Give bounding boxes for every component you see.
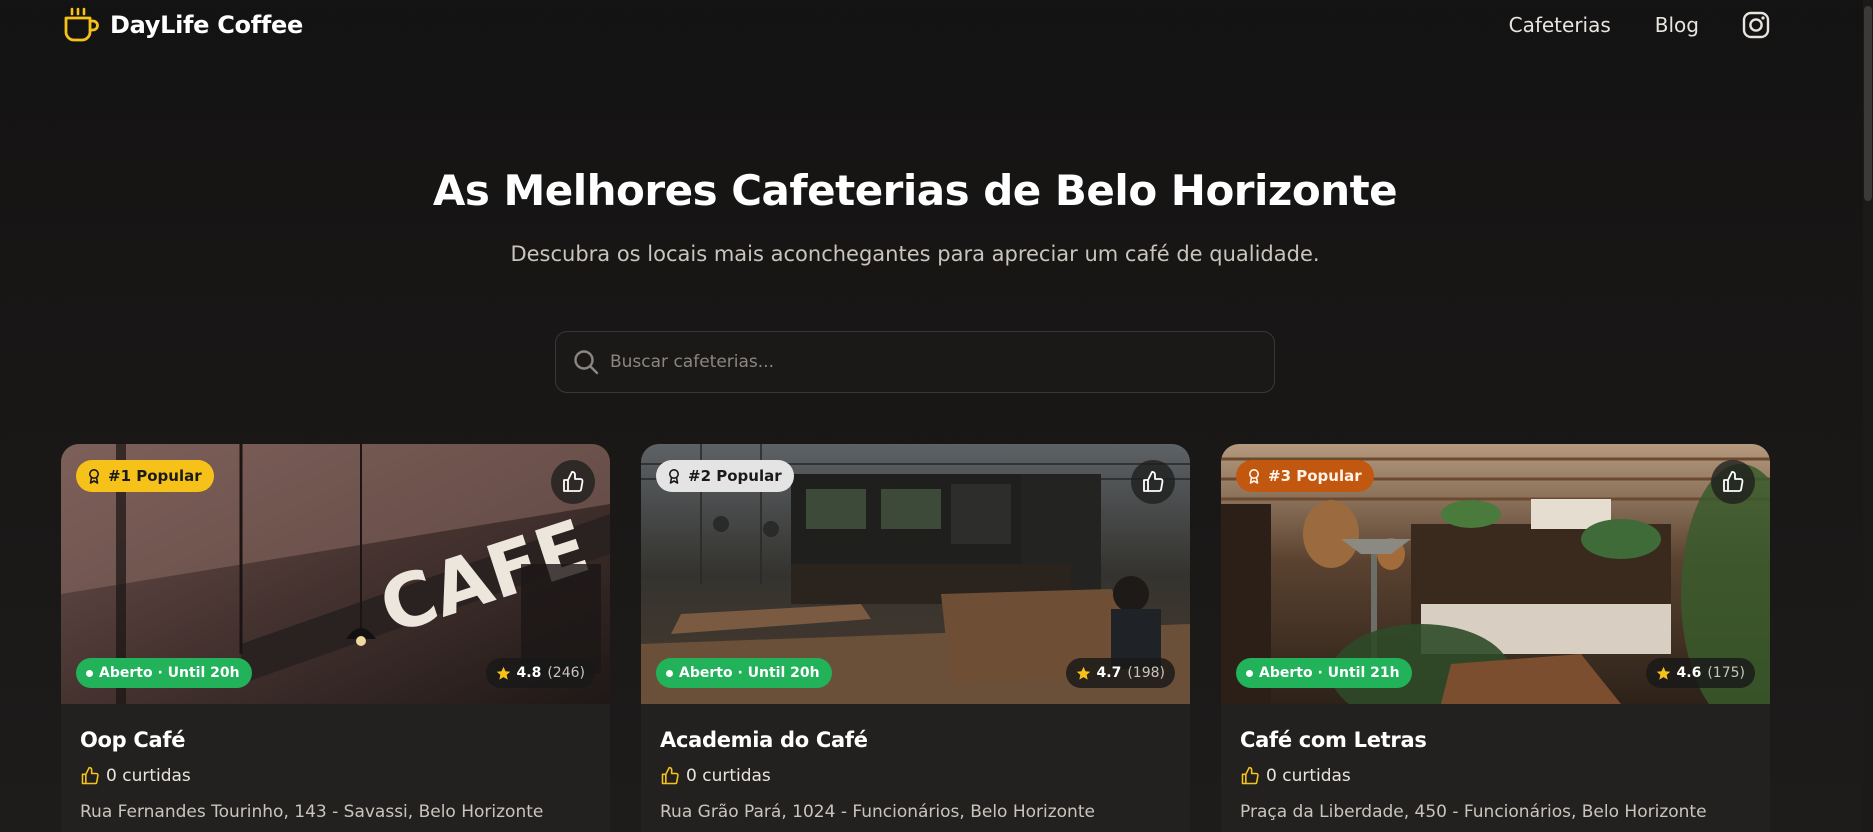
cafe-address: Rua Grão Pará, 1024 - Funcionários, Belo…: [660, 802, 1095, 822]
likes-label: 0 curtidas: [106, 766, 191, 786]
rating-value: 4.6: [1676, 665, 1702, 681]
cafe-name[interactable]: Café com Letras: [1240, 728, 1427, 752]
scrollbar-thumb[interactable]: [1864, 6, 1872, 201]
status-badge: Aberto · Until 21h: [1236, 658, 1412, 688]
coffee-cup-icon: [64, 7, 99, 42]
like-button[interactable]: [1131, 460, 1175, 504]
thumbs-up-icon: [563, 471, 584, 492]
thumbs-up-icon: [1241, 766, 1259, 785]
rating-count: (175): [1707, 665, 1745, 681]
like-button[interactable]: [1711, 460, 1755, 504]
like-button[interactable]: [551, 460, 595, 504]
site-header: DayLife Coffee Cafeterias Blog: [0, 0, 1873, 56]
cafe-name[interactable]: Oop Café: [80, 728, 185, 752]
thumbs-up-icon: [661, 766, 679, 785]
search-bar: [555, 331, 1275, 393]
rank-badge: #3 Popular: [1236, 460, 1374, 492]
thumbs-up-icon: [1143, 471, 1164, 492]
rank-badge: #1 Popular: [76, 460, 214, 492]
brand-name: DayLife Coffee: [110, 11, 303, 39]
status-label: Aberto · Until 20h: [99, 665, 240, 681]
star-icon: [1656, 666, 1670, 680]
cafe-card[interactable]: #2 Popular Aberto · Until 20h 4.7 (198) …: [641, 444, 1190, 832]
award-icon: [669, 469, 679, 484]
likes-label: 0 curtidas: [686, 766, 771, 786]
cafe-name[interactable]: Academia do Café: [660, 728, 868, 752]
award-icon: [89, 469, 99, 484]
rating-value: 4.8: [516, 665, 542, 681]
nav-link-blog[interactable]: Blog: [1655, 13, 1699, 37]
star-icon: [496, 666, 510, 680]
status-badge: Aberto · Until 20h: [656, 658, 832, 688]
status-dot: [1246, 669, 1253, 677]
rating-badge: 4.8 (246): [485, 658, 595, 688]
status-dot: [666, 669, 673, 677]
nav-link-cafeterias[interactable]: Cafeterias: [1509, 13, 1611, 37]
status-badge: Aberto · Until 20h: [76, 658, 252, 688]
rank-label: #3 Popular: [1268, 467, 1362, 485]
rating-count: (198): [1127, 665, 1165, 681]
rating-badge: 4.7 (198): [1065, 658, 1175, 688]
status-label: Aberto · Until 21h: [1259, 665, 1400, 681]
cafe-cards: CAFE #1 Popular Aberto · Until 20h 4.8 (…: [61, 444, 1771, 832]
rating-badge: 4.6 (175): [1645, 658, 1755, 688]
brand[interactable]: DayLife Coffee: [62, 6, 303, 44]
cafe-address: Praça da Liberdade, 450 - Funcionários, …: [1240, 802, 1707, 822]
cafe-address: Rua Fernandes Tourinho, 143 - Savassi, B…: [80, 802, 544, 822]
search-input[interactable]: [610, 352, 1230, 372]
thumbs-up-icon: [81, 766, 99, 785]
likes-count: 0 curtidas: [80, 766, 191, 786]
instagram-icon[interactable]: [1741, 10, 1771, 40]
rank-label: #2 Popular: [688, 467, 782, 485]
page-subtitle: Descubra os locais mais aconchegantes pa…: [510, 242, 1320, 266]
likes-count: 0 curtidas: [660, 766, 771, 786]
search-icon: [574, 350, 599, 375]
rating-value: 4.7: [1096, 665, 1122, 681]
likes-label: 0 curtidas: [1266, 766, 1351, 786]
award-icon: [1249, 469, 1259, 484]
status-dot: [86, 669, 93, 677]
rank-label: #1 Popular: [108, 467, 202, 485]
star-icon: [1076, 666, 1090, 680]
rating-count: (246): [547, 665, 585, 681]
cafe-card[interactable]: CAFE #1 Popular Aberto · Until 20h 4.8 (…: [61, 444, 610, 832]
scrollbar[interactable]: [1863, 0, 1873, 832]
status-label: Aberto · Until 20h: [679, 665, 820, 681]
page-title: As Melhores Cafeterias de Belo Horizonte: [432, 166, 1398, 215]
thumbs-up-icon: [1723, 471, 1744, 492]
rank-badge: #2 Popular: [656, 460, 794, 492]
likes-count: 0 curtidas: [1240, 766, 1351, 786]
main-nav: Cafeterias Blog: [1465, 10, 1771, 40]
cafe-card[interactable]: #3 Popular Aberto · Until 21h 4.6 (175) …: [1221, 444, 1770, 832]
